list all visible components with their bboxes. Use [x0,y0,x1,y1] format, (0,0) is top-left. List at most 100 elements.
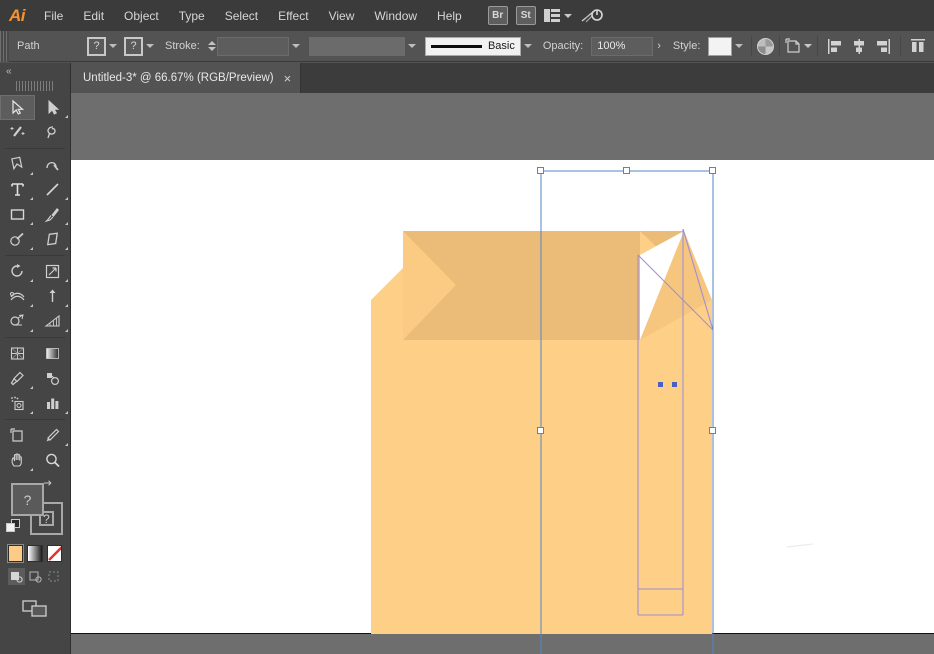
slice-tool[interactable] [35,423,70,448]
menu-file[interactable]: File [34,0,73,31]
tool-flyout-indicator[interactable] [30,304,33,307]
bounding-box-handle-top-right[interactable] [709,167,716,174]
menu-effect[interactable]: Effect [268,0,318,31]
variable-width-profile-chevron[interactable] [405,37,419,56]
draw-behind-button[interactable] [27,568,44,585]
tool-flyout-indicator[interactable] [65,247,68,250]
magic-wand-tool[interactable] [0,120,35,145]
tool-flyout-indicator[interactable] [65,279,68,282]
bounding-box-handle-middle-right[interactable] [709,427,716,434]
control-panel-grip[interactable] [0,31,9,62]
opacity-input[interactable]: 100% [591,37,653,56]
direct-selection-tool[interactable] [35,95,70,120]
lasso-tool[interactable] [35,120,70,145]
stroke-weight-input[interactable] [217,37,289,56]
tool-flyout-indicator[interactable] [65,411,68,414]
blend-tool[interactable] [35,366,70,391]
tool-flyout-indicator[interactable] [65,304,68,307]
tools-panel-grip[interactable] [16,81,54,91]
draw-normal-button[interactable] [8,568,25,585]
stock-button[interactable]: St [516,6,536,25]
menu-object[interactable]: Object [114,0,169,31]
tool-flyout-indicator[interactable] [30,279,33,282]
transform-shape-button[interactable] [785,38,812,54]
path-anchor-point[interactable] [672,382,677,387]
tool-flyout-indicator[interactable] [30,329,33,332]
default-fill-stroke-icon[interactable] [6,519,21,534]
menu-type[interactable]: Type [169,0,215,31]
bridge-button[interactable]: Br [488,6,508,25]
symbol-sprayer-tool[interactable] [0,391,35,416]
menu-edit[interactable]: Edit [73,0,114,31]
tool-flyout-indicator[interactable] [65,197,68,200]
gradient-tool[interactable] [35,341,70,366]
type-tool[interactable] [0,177,35,202]
artboard-tool[interactable] [0,423,35,448]
shape-builder-tool[interactable] [0,309,35,334]
zoom-tool[interactable] [35,448,70,473]
recolor-artwork-icon[interactable] [757,38,774,55]
align-right-icon[interactable] [875,39,891,54]
canvas-workspace[interactable] [71,93,934,654]
pen-tool[interactable] [0,152,35,177]
workspace-switcher-icon[interactable] [580,7,604,25]
fill-swatch-button[interactable]: ? [87,37,106,56]
curvature-tool[interactable] [35,152,70,177]
line-segment-tool[interactable] [35,177,70,202]
hand-tool[interactable] [0,448,35,473]
tool-flyout-indicator[interactable] [30,386,33,389]
perspective-grid-tool[interactable] [35,309,70,334]
tool-flyout-indicator[interactable] [30,197,33,200]
paintbrush-tool[interactable] [35,202,70,227]
artboard[interactable] [71,160,934,634]
change-screen-mode-button[interactable] [0,585,70,619]
gradient-button[interactable] [27,545,42,562]
width-tool[interactable] [0,284,35,309]
stroke-weight-dropdown[interactable] [289,37,303,56]
bounding-box-handle-middle-left[interactable] [537,427,544,434]
tool-flyout-indicator[interactable] [30,247,33,250]
align-left-icon[interactable] [827,39,843,54]
fill-swatch-dropdown[interactable] [106,37,120,56]
fill-color-indicator[interactable]: ? [11,483,44,516]
graphic-style-chevron[interactable] [732,37,746,56]
menu-view[interactable]: View [319,0,365,31]
stroke-swatch-dropdown[interactable] [143,37,157,56]
graphic-style-swatch[interactable] [708,37,732,56]
menu-select[interactable]: Select [215,0,268,31]
column-graph-tool[interactable] [35,391,70,416]
align-horizontal-center-icon[interactable] [851,39,867,54]
swap-fill-stroke-icon[interactable] [42,479,55,492]
tool-flyout-indicator[interactable] [30,411,33,414]
shaper-tool[interactable] [0,227,35,252]
eraser-tool[interactable] [35,227,70,252]
brush-definition-chevron[interactable] [521,37,535,56]
eyedropper-tool[interactable] [0,366,35,391]
path-anchor-point[interactable] [658,382,663,387]
stroke-swatch-button[interactable]: ? [124,37,143,56]
scale-tool[interactable] [35,259,70,284]
arrange-documents-icon[interactable] [544,9,572,22]
rectangle-tool[interactable] [0,202,35,227]
stroke-weight-stepper[interactable] [208,37,217,56]
brush-definition-dropdown[interactable]: Basic [425,37,521,56]
color-button[interactable] [8,545,23,562]
tool-flyout-indicator[interactable] [65,222,68,225]
rotate-tool[interactable] [0,259,35,284]
tool-flyout-indicator[interactable] [30,222,33,225]
free-transform-tool[interactable] [35,284,70,309]
document-tab[interactable]: Untitled-3* @ 66.67% (RGB/Preview) × [71,63,301,93]
menu-help[interactable]: Help [427,0,472,31]
selection-tool[interactable] [0,95,35,120]
distribute-icon[interactable] [910,39,926,54]
tool-flyout-indicator[interactable] [30,468,33,471]
tool-flyout-indicator[interactable] [65,115,68,118]
menu-window[interactable]: Window [364,0,427,31]
bounding-box-handle-top-center[interactable] [623,167,630,174]
variable-width-profile-dropdown[interactable] [309,37,405,56]
mesh-tool[interactable] [0,341,35,366]
close-icon[interactable]: × [284,72,292,85]
collapse-panel-icon[interactable]: « [6,66,12,77]
tool-flyout-indicator[interactable] [65,329,68,332]
tool-flyout-indicator[interactable] [30,172,33,175]
